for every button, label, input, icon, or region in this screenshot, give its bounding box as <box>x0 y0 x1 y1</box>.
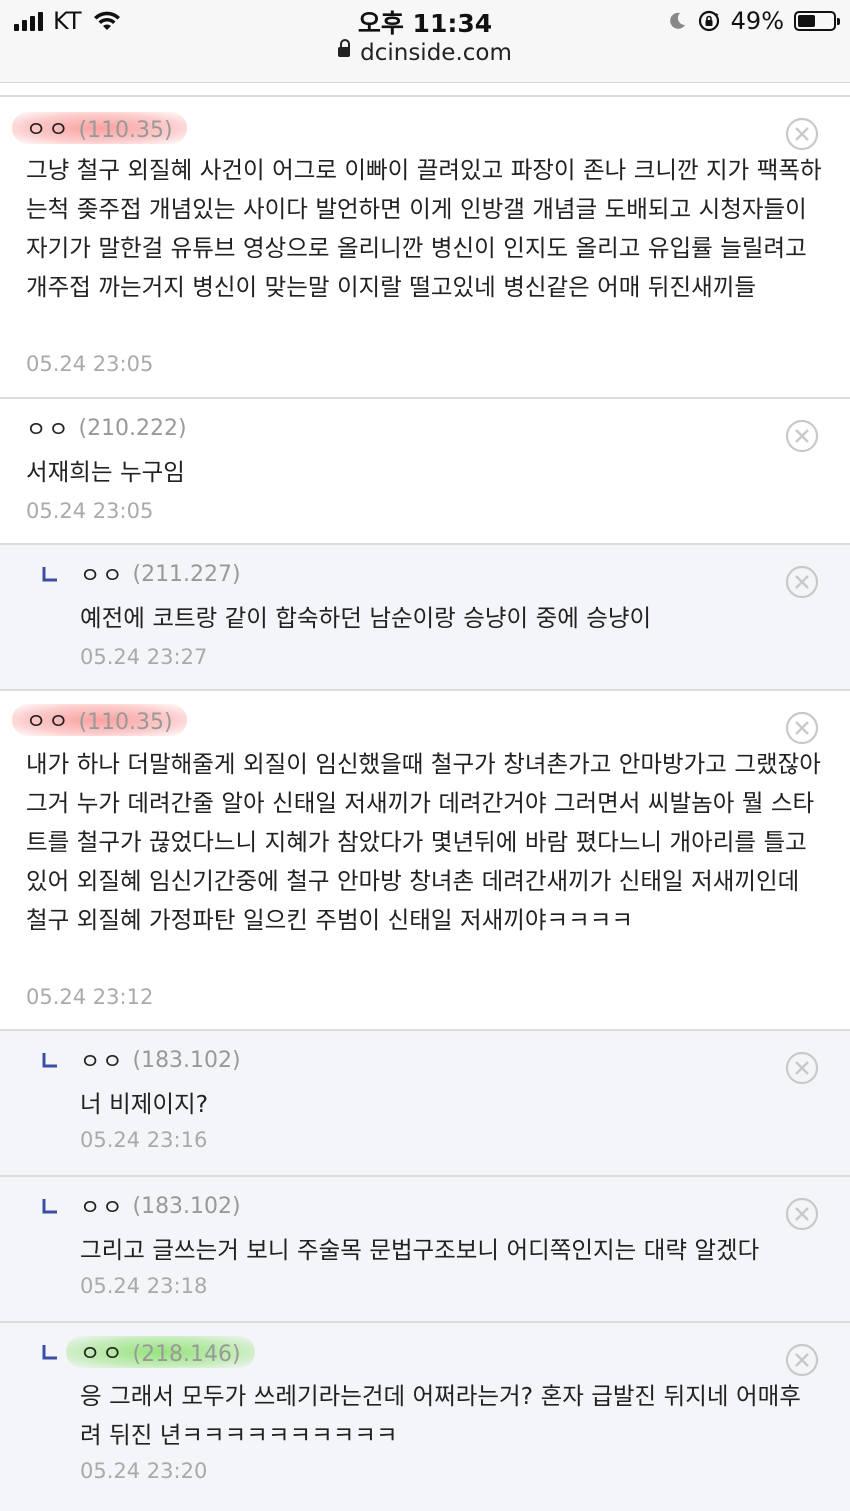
comment-meta: ㅇㅇ (211.227) <box>80 557 241 591</box>
comment-date: 05.24 23:27 <box>80 645 208 669</box>
lock-icon <box>338 38 351 57</box>
battery-percent: 49% <box>730 7 784 35</box>
address-bar[interactable]: dcinside.com <box>0 38 850 66</box>
comment-ip: (183.102) <box>132 1193 241 1219</box>
reply-arrow-icon <box>42 1199 57 1214</box>
comment-text: 응 그래서 모두가 쓰레기라는건데 어쩌라는거? 혼자 급발진 뒤지네 어매후려… <box>80 1382 801 1449</box>
comment-meta: ㅇㅇ (183.102) <box>80 1189 241 1223</box>
delete-x-icon[interactable] <box>785 1343 819 1377</box>
comment-ip: (210.222) <box>78 415 187 441</box>
comment-item: ㅇㅇ (110.35) 그냥 철구 외질혜 사건이 어그로 이빠이 끌려있고 파장… <box>0 97 850 399</box>
delete-x-icon[interactable] <box>785 565 819 599</box>
comment-nickname[interactable]: ㅇㅇ <box>26 118 70 143</box>
url-text: dcinside.com <box>360 40 512 66</box>
comment-item: ㅇㅇ (210.222) 서재희는 누구임 05.24 23:05 <box>0 399 850 545</box>
comment-nickname[interactable]: ㅇㅇ <box>80 1190 124 1222</box>
comment-nickname[interactable]: ㅇㅇ <box>80 1342 124 1367</box>
battery-icon <box>794 11 840 31</box>
reply-arrow-icon <box>42 567 57 582</box>
comment-date: 05.24 23:16 <box>80 1128 208 1152</box>
comment-date: 05.24 23:05 <box>26 352 154 376</box>
comment-text: 예전에 코트랑 같이 합숙하던 남순이랑 승냥이 중에 승냥이 <box>80 604 652 632</box>
comment-nickname[interactable]: ㅇㅇ <box>26 412 70 444</box>
comment-text: 서재희는 누구임 <box>26 458 185 486</box>
comment-meta: ㅇㅇ (110.35) <box>12 703 187 737</box>
delete-x-icon[interactable] <box>785 1197 819 1231</box>
comment-meta: ㅇㅇ (218.146) <box>66 1335 255 1369</box>
reply-item: ㅇㅇ (183.102) 그리고 글쓰는거 보니 주술목 문법구조보니 어디쪽인지… <box>0 1177 850 1323</box>
status-bar: KT 오후 11:34 dcinside.com 49% <box>0 0 850 83</box>
comment-meta: ㅇㅇ (110.35) <box>12 111 187 145</box>
delete-x-icon[interactable] <box>785 1051 819 1085</box>
comment-ip: (110.35) <box>78 118 173 143</box>
comment-nickname[interactable]: ㅇㅇ <box>80 558 124 590</box>
comment-meta: ㅇㅇ (183.102) <box>80 1043 241 1077</box>
rotation-lock-icon <box>698 10 719 32</box>
delete-x-icon[interactable] <box>785 117 819 151</box>
reply-item: ㅇㅇ (183.102) 너 비제이지? 05.24 23:16 <box>0 1031 850 1177</box>
comment-ip: (218.146) <box>132 1342 241 1367</box>
comment-date: 05.24 23:20 <box>80 1459 208 1483</box>
comment-item: ㅇㅇ (110.35) 내가 하나 더말해줄게 외질이 임신했을때 철구가 창녀촌… <box>0 691 850 1031</box>
reply-item: ㅇㅇ (211.227) 예전에 코트랑 같이 합숙하던 남순이랑 승냥이 중에 … <box>0 545 850 691</box>
comment-nickname[interactable]: ㅇㅇ <box>80 1044 124 1076</box>
comment-text: 그리고 글쓰는거 보니 주술목 문법구조보니 어디쪽인지는 대략 알겠다 <box>80 1236 760 1264</box>
comment-ip: (183.102) <box>132 1047 241 1073</box>
delete-x-icon[interactable] <box>785 711 819 745</box>
status-right: 49% <box>667 6 840 36</box>
comment-text: 그냥 철구 외질혜 사건이 어그로 이빠이 끌려있고 파장이 존나 크니깐 지가… <box>26 156 822 301</box>
comment-text: 너 비제이지? <box>80 1090 209 1118</box>
reply-arrow-icon <box>42 1053 57 1068</box>
delete-x-icon[interactable] <box>785 419 819 453</box>
comment-meta: ㅇㅇ (210.222) <box>26 411 187 445</box>
comment-ip: (110.35) <box>78 710 173 735</box>
comment-text: 내가 하나 더말해줄게 외질이 임신했을때 철구가 창녀촌가고 안마방가고 그랬… <box>26 750 821 934</box>
comment-date: 05.24 23:12 <box>26 985 154 1009</box>
comment-nickname[interactable]: ㅇㅇ <box>26 710 70 735</box>
reply-arrow-icon <box>42 1345 57 1360</box>
comment-date: 05.24 23:18 <box>80 1274 208 1298</box>
moon-icon <box>669 12 685 29</box>
comment-ip: (211.227) <box>132 561 241 587</box>
reply-item: ㅇㅇ (218.146) 응 그래서 모두가 쓰레기라는건데 어쩌라는거? 혼자 … <box>0 1323 850 1511</box>
comment-date: 05.24 23:05 <box>26 499 154 523</box>
